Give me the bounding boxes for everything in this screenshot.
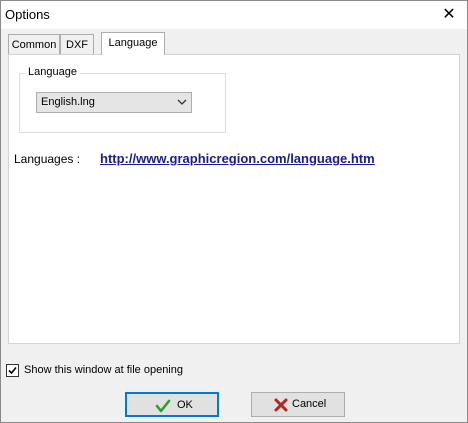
options-dialog: Options ✕ Common DXF Language Language E… <box>0 0 468 423</box>
show-window-checkbox[interactable] <box>6 364 19 377</box>
tab-dxf[interactable]: DXF <box>60 34 94 54</box>
cancel-button[interactable]: Cancel <box>251 392 345 417</box>
title-bar: Options ✕ <box>1 1 467 29</box>
window-title: Options <box>5 7 50 22</box>
language-select[interactable]: English.lng <box>36 92 192 113</box>
ok-button-label: OK <box>177 399 193 411</box>
close-icon[interactable]: ✕ <box>438 4 460 26</box>
language-select-value: English.lng <box>41 96 95 108</box>
language-group-legend: Language <box>25 66 80 78</box>
checkmark-icon <box>155 399 171 413</box>
tab-language[interactable]: Language <box>101 32 165 55</box>
chevron-down-icon <box>177 99 187 105</box>
languages-link[interactable]: http://www.graphicregion.com/language.ht… <box>100 151 375 166</box>
cancel-button-label: Cancel <box>292 398 327 410</box>
tab-common[interactable]: Common <box>8 34 60 54</box>
languages-label: Languages : <box>14 152 81 166</box>
x-icon <box>274 398 288 412</box>
ok-button[interactable]: OK <box>125 392 219 417</box>
show-window-label: Show this window at file opening <box>24 364 183 376</box>
checkmark-icon <box>8 366 17 375</box>
